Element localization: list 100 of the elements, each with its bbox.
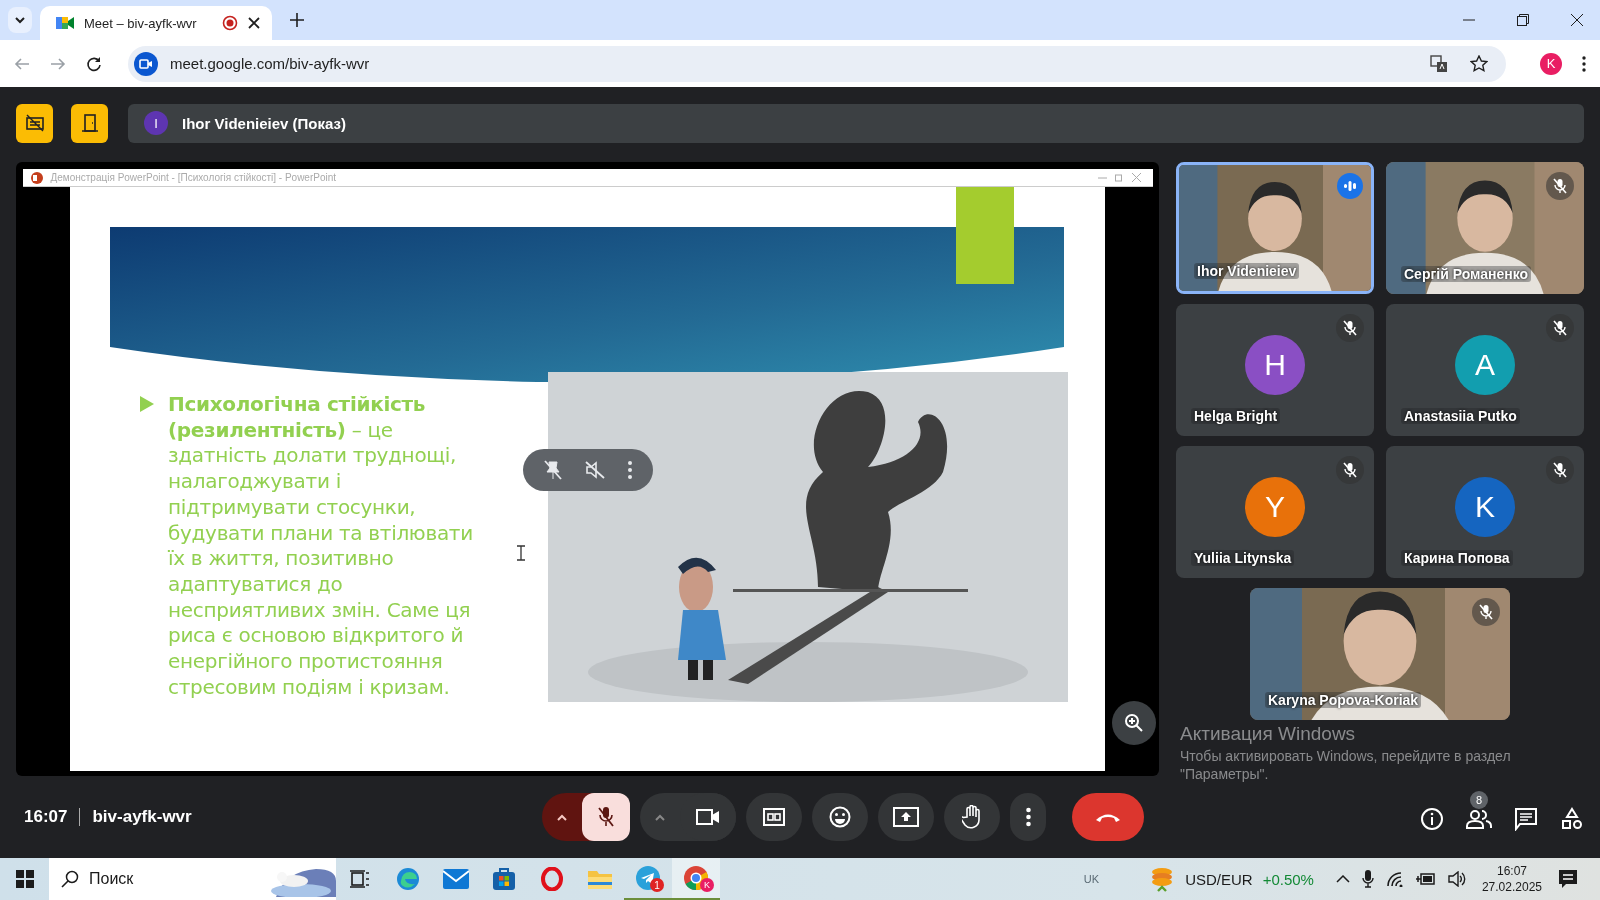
restore-icon[interactable] [1517, 14, 1529, 26]
meeting-time: 16:07 [24, 807, 68, 827]
microphone-button[interactable] [582, 793, 630, 841]
more-options-button[interactable] [1010, 793, 1046, 841]
activation-title: Активация Windows [1180, 723, 1357, 745]
language-indicator[interactable]: UK [1083, 873, 1100, 885]
close-icon[interactable] [248, 17, 260, 29]
clock-date[interactable]: 27.02.2025 [1481, 879, 1542, 895]
more-options-icon [1025, 807, 1031, 827]
activation-text: Чтобы активировать Windows, перейдите в раздел "Параметры". [1180, 747, 1512, 783]
reload-icon[interactable] [86, 55, 102, 72]
forward-icon[interactable] [50, 55, 66, 72]
hide-video-button[interactable] [16, 103, 53, 143]
presenter-name: Ihor Videnieiev (Показ) [182, 114, 347, 132]
search-placeholder: Поиск [89, 870, 134, 888]
emoji-button[interactable] [812, 793, 868, 841]
windows-start-icon[interactable] [16, 870, 34, 888]
leave-room-button[interactable] [71, 103, 108, 143]
participant-tile[interactable]: K Карина Попова [1386, 446, 1584, 578]
microphone-icon [597, 806, 615, 828]
info-icon[interactable] [1420, 807, 1444, 831]
menu-icon[interactable] [1582, 55, 1586, 72]
store-bag-icon [492, 867, 516, 891]
notification-badge: 1 [650, 878, 664, 892]
translate-icon[interactable] [1430, 54, 1448, 73]
participant-tile[interactable]: Сергій Романенко [1386, 162, 1584, 294]
text-cursor-icon [517, 545, 525, 561]
more-options-icon[interactable] [627, 461, 632, 479]
window-title: Демонстрація PowerPoint - [Психологія стійкості] - PowerPoint [50, 172, 337, 183]
participant-avatar: K [1455, 477, 1515, 537]
participant-name: Anastasiia Putko [1401, 408, 1520, 424]
profile-avatar[interactable]: K [1540, 52, 1562, 75]
new-tab-icon[interactable] [290, 13, 304, 27]
participant-count-badge: 8 [1470, 791, 1488, 809]
participant-name: Карина Попова [1401, 550, 1513, 566]
zoom-in-icon [1124, 713, 1144, 733]
address-bar[interactable]: meet.google.com/biv-ayfk-wvr [128, 45, 1506, 82]
tab-title: Meet – biv-ayfk-wvr [84, 15, 198, 31]
restore-icon [1114, 173, 1124, 182]
screen-upload-icon [893, 807, 919, 827]
clock-time[interactable]: 16:07 [1496, 863, 1527, 879]
chat-icon[interactable] [1514, 807, 1538, 831]
video-camera-icon [56, 15, 74, 31]
back-icon[interactable] [14, 55, 30, 72]
search-field[interactable]: Поиск [49, 858, 336, 900]
bookmark-star-icon[interactable] [1470, 54, 1488, 73]
participant-tile[interactable]: Y Yuliia Litynska [1176, 446, 1374, 578]
browser-tab[interactable]: Meet – biv-ayfk-wvr [40, 6, 272, 40]
participant-tile[interactable]: A Anastasiia Putko [1386, 304, 1584, 436]
mute-icon[interactable] [585, 461, 605, 479]
notifications-icon[interactable] [1558, 869, 1578, 889]
participant-name: Ihor Videnieiev [1194, 263, 1300, 279]
mail-icon [443, 869, 469, 889]
show-hidden-icons-icon[interactable] [1335, 875, 1350, 883]
presenter-avatar: I [144, 111, 168, 135]
video-camera-icon [134, 51, 158, 76]
wifi-icon[interactable] [1385, 871, 1404, 887]
battery-icon[interactable] [1415, 872, 1436, 886]
hand-icon [962, 805, 982, 829]
raise-hand-button[interactable] [944, 793, 1000, 841]
taskbar-button[interactable]: 1 [624, 858, 672, 900]
participant-avatar: Y [1245, 477, 1305, 537]
folder-icon [587, 868, 613, 890]
slide-paragraph: Психологічна стійкість (резилентність) – це здатність долати труднощі, налагоджувати і підтримувати стосунки, будувати плани та втілювати їх в життя, позитивно адаптуватися до несприятливих змін. Саме ця риса є основою відкритого й енергійного протистояння стресовим подіям і кризам. [168, 392, 474, 701]
chevron-down-icon [14, 14, 26, 26]
participant-avatar: A [1455, 335, 1515, 395]
video-camera-icon [696, 808, 720, 826]
url-text: meet.google.com/biv-ayfk-wvr [170, 55, 370, 72]
present-screen-button[interactable] [878, 793, 934, 841]
currency-change: +0.50% [1262, 870, 1314, 888]
microphone-icon[interactable] [1361, 870, 1374, 888]
bullet-icon [140, 396, 154, 412]
participant-tile[interactable]: H Helga Bright [1176, 304, 1374, 436]
caret-icon [655, 813, 665, 821]
close-icon[interactable] [1571, 14, 1583, 26]
participant-name: Yuliia Litynska [1191, 550, 1295, 566]
people-icon[interactable] [1466, 809, 1492, 829]
volume-icon[interactable] [1447, 871, 1466, 887]
participant-avatar: H [1245, 335, 1305, 395]
tab-list-button[interactable] [8, 7, 32, 33]
caret-icon [557, 813, 567, 821]
activities-icon[interactable] [1560, 807, 1584, 831]
profile-badge: K [700, 878, 714, 892]
currency-pair[interactable]: USD/EUR [1185, 870, 1253, 888]
participant-name: Сергій Романенко [1401, 266, 1532, 282]
search-icon [61, 870, 79, 888]
smiley-icon [829, 806, 851, 828]
taskbar-button[interactable]: K [672, 858, 720, 900]
zoom-button[interactable] [1112, 701, 1156, 745]
crossed-screen-icon [24, 113, 45, 133]
browser-icon [396, 867, 420, 891]
captions-button[interactable] [746, 793, 802, 841]
unpin-icon[interactable] [544, 460, 563, 480]
captions-icon [763, 808, 785, 826]
ring-icon [541, 867, 563, 891]
door-icon [79, 113, 100, 133]
end-call-button[interactable] [1072, 793, 1144, 841]
participant-tile[interactable]: Ihor Videnieiev [1176, 162, 1374, 294]
task-view-icon [350, 870, 370, 888]
close-icon [1131, 173, 1141, 182]
